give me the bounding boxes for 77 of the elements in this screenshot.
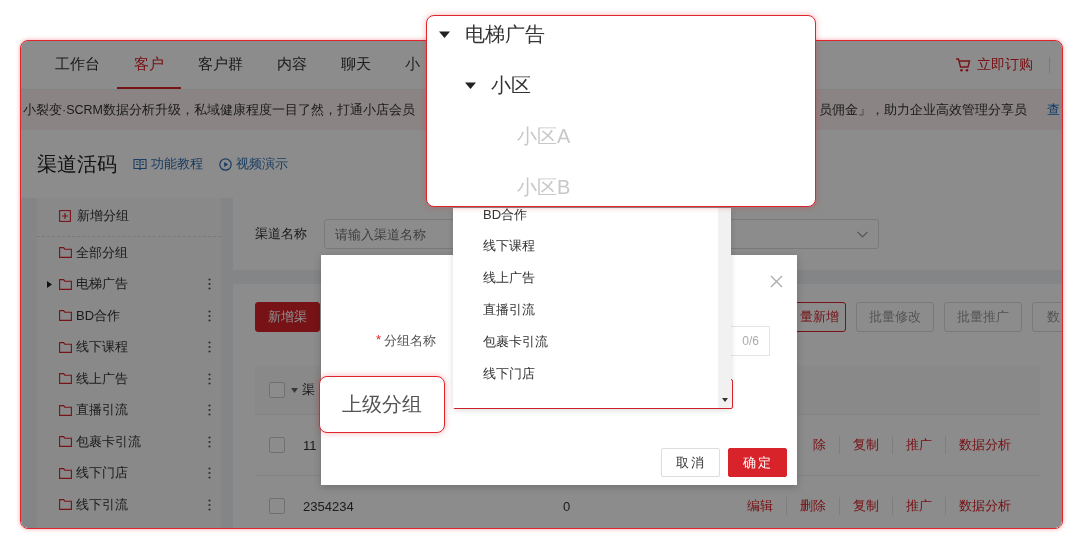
folder-icon — [59, 310, 72, 322]
dialog-button[interactable]: 取消 — [661, 448, 720, 477]
action-button[interactable]: 新增渠 — [255, 302, 320, 332]
tree-node[interactable]: 小区 — [491, 72, 531, 99]
nav-tab[interactable]: 客户群 — [181, 41, 260, 89]
group-item[interactable]: BD合作 — [76, 306, 121, 325]
nav-tab[interactable]: 工作台 — [38, 41, 117, 89]
row-action-link[interactable]: 数据分析 — [945, 497, 1024, 515]
nav-tab[interactable]: 聊天 — [324, 41, 388, 89]
table-cell-text: 11 — [303, 437, 318, 453]
group-item[interactable]: 线下课程 — [76, 338, 128, 357]
more-icon[interactable] — [208, 404, 211, 417]
folder-icon — [59, 467, 72, 479]
nav-tab[interactable]: 小 — [388, 41, 420, 89]
folder-icon — [59, 404, 72, 416]
folder-icon — [59, 499, 72, 511]
group-item[interactable]: 线上广告 — [76, 369, 128, 388]
add-group-link[interactable]: 新增分组 — [77, 207, 129, 225]
required-mark: * — [375, 332, 381, 349]
help-link[interactable]: 功能教程 — [151, 155, 203, 173]
folder-icon — [59, 247, 72, 259]
folder-icon — [59, 373, 72, 385]
tree-node[interactable]: 电梯广告 — [465, 21, 545, 48]
banner-link[interactable]: 查 — [1047, 101, 1060, 119]
play-icon — [219, 157, 232, 171]
folder-icon — [59, 278, 72, 290]
more-icon[interactable] — [208, 341, 211, 354]
char-counter: 0/6 — [742, 334, 759, 348]
chevron-down-icon — [857, 230, 868, 238]
checkbox[interactable] — [269, 382, 285, 398]
more-icon[interactable] — [208, 372, 211, 385]
plus-square-icon — [59, 210, 71, 222]
banner-text: 员佣金」，助力企业高效管理分享员 — [819, 101, 1027, 119]
more-icon[interactable] — [208, 278, 211, 291]
more-icon[interactable] — [208, 498, 211, 511]
more-icon[interactable] — [208, 435, 211, 448]
checkbox[interactable] — [269, 498, 285, 514]
page-title: 渠道活码 — [37, 151, 117, 177]
group-item[interactable]: 直播引流 — [76, 401, 128, 420]
row-action-link[interactable]: 推广 — [892, 497, 945, 515]
row-action-link[interactable]: 复制 — [839, 497, 892, 515]
row-action-link[interactable]: 复制 — [839, 436, 892, 454]
folder-icon — [59, 341, 72, 353]
folder-icon — [59, 436, 72, 448]
nav-tab[interactable]: 内容 — [260, 41, 324, 89]
more-icon[interactable] — [208, 309, 211, 322]
table-cell-text: 2354234 — [303, 498, 355, 514]
cart-icon — [955, 57, 971, 73]
dropdown-option[interactable]: 直播引流 — [453, 294, 718, 326]
dialog-button[interactable]: 确定 — [728, 448, 787, 477]
filter-label: 渠道名称 — [255, 225, 307, 243]
scroll-down-icon[interactable] — [721, 398, 728, 402]
field-label: 上级分组 — [342, 392, 422, 417]
row-action-link[interactable]: 编辑 — [734, 497, 786, 515]
group-item[interactable]: 电梯广告 — [76, 275, 128, 294]
group-item[interactable]: 线下引流 — [76, 495, 128, 514]
dropdown-option[interactable]: 包裹卡引流 — [453, 326, 718, 358]
row-action-link[interactable]: 删除 — [786, 497, 839, 515]
help-link[interactable]: 视频演示 — [236, 155, 288, 173]
group-item[interactable]: 线下门店 — [76, 464, 128, 483]
dropdown-option[interactable]: 线下门店 — [453, 358, 718, 390]
order-link[interactable]: 立即订购 — [977, 56, 1033, 74]
field-label: 分组名称 — [384, 332, 436, 350]
dropdown-option[interactable]: 线上广告 — [453, 262, 718, 294]
scrollbar[interactable] — [718, 208, 731, 408]
group-item[interactable]: 包裹卡引流 — [76, 432, 141, 451]
group-item[interactable]: 全部分组 — [76, 243, 128, 262]
row-action-link[interactable]: 数据分析 — [945, 436, 1024, 454]
table-cell: 0 — [563, 498, 571, 514]
row-action-link[interactable]: 除 — [800, 436, 839, 454]
book-icon — [133, 158, 147, 170]
column-header: 渠 — [302, 381, 315, 399]
more-icon[interactable] — [208, 467, 211, 480]
banner-text: 小裂变·SCRM数据分析升级，私域健康程度一目了然，打通小店会员 — [23, 101, 415, 119]
close-icon[interactable] — [770, 274, 783, 288]
row-action-link[interactable]: 推广 — [892, 436, 945, 454]
checkbox[interactable] — [269, 437, 285, 453]
